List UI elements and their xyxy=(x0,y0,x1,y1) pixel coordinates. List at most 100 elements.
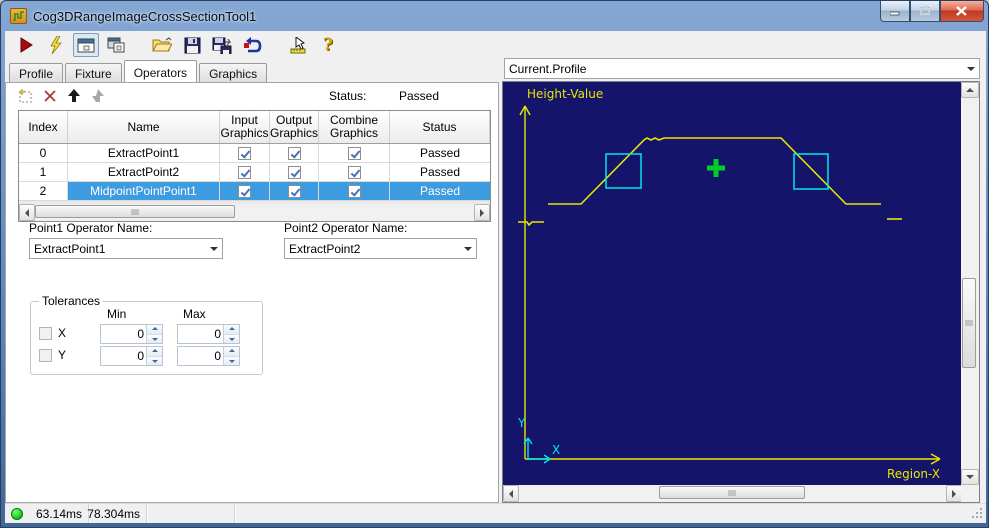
tab-operators[interactable]: Operators xyxy=(123,60,198,82)
row-index: 2 xyxy=(19,182,68,200)
spin-down-button[interactable] xyxy=(224,334,239,343)
column-header-index[interactable]: Index xyxy=(19,111,68,143)
execution-time: 63.14ms xyxy=(23,504,89,523)
scrollbar-thumb[interactable] xyxy=(35,205,235,218)
x-max-spinner[interactable]: 0 xyxy=(177,324,240,344)
main-toolbar: ? xyxy=(5,31,986,59)
run-button[interactable] xyxy=(13,33,39,57)
minimize-button[interactable] xyxy=(880,1,910,22)
spin-down-button[interactable] xyxy=(224,356,239,365)
combine-graphics-checkbox[interactable] xyxy=(347,184,361,198)
open-file-button[interactable] xyxy=(149,33,175,57)
close-button[interactable] xyxy=(940,1,984,22)
help-button[interactable]: ? xyxy=(315,33,341,57)
spin-up-button[interactable] xyxy=(147,325,162,335)
client-area: ? Profile Fixture Operators Graphics Sta… xyxy=(5,31,986,523)
tool-window: Cog3DRangeImageCrossSectionTool1 ? Profi… xyxy=(0,0,989,528)
tab-label: Graphics xyxy=(209,67,258,81)
x-max-value: 0 xyxy=(214,327,221,341)
point2-operator-value: ExtractPoint2 xyxy=(289,241,361,256)
table-row[interactable]: 0 ExtractPoint1 Passed xyxy=(19,144,490,163)
y-tolerance-label: Y xyxy=(58,348,67,362)
chevron-down-icon[interactable] xyxy=(205,239,222,258)
combine-graphics-checkbox[interactable] xyxy=(347,165,361,179)
status-value: Passed xyxy=(396,89,443,103)
scrollbar-thumb[interactable] xyxy=(659,486,805,499)
float-result-window-button[interactable] xyxy=(103,33,129,57)
chevron-down-icon[interactable] xyxy=(459,239,476,258)
app-icon xyxy=(10,8,27,24)
title-bar[interactable]: Cog3DRangeImageCrossSectionTool1 xyxy=(1,1,988,31)
scroll-right-button[interactable] xyxy=(946,485,962,502)
move-up-button[interactable] xyxy=(64,86,84,106)
tab-fixture[interactable]: Fixture xyxy=(65,63,122,82)
tab-profile[interactable]: Profile xyxy=(9,63,64,82)
show-result-window-button[interactable] xyxy=(73,33,99,57)
plot-horizontal-scrollbar[interactable] xyxy=(503,485,962,502)
spin-down-button[interactable] xyxy=(147,334,162,343)
y-min-value: 0 xyxy=(137,349,144,363)
column-header-name[interactable]: Name xyxy=(68,111,220,143)
spin-up-button[interactable] xyxy=(224,347,239,357)
output-graphics-checkbox[interactable] xyxy=(287,146,301,160)
spin-up-button[interactable] xyxy=(147,347,162,357)
maximize-button[interactable] xyxy=(910,1,940,22)
table-row[interactable]: 1 ExtractPoint2 Passed xyxy=(19,163,490,182)
table-row[interactable]: 2 MidpointPointPoint1 Passed xyxy=(19,182,490,201)
scroll-right-button[interactable] xyxy=(474,204,490,221)
column-header-status[interactable]: Status xyxy=(390,111,490,143)
scroll-left-button[interactable] xyxy=(19,204,35,221)
column-header-input-graphics[interactable]: Input Graphics xyxy=(220,111,270,143)
x-min-spinner[interactable]: 0 xyxy=(100,324,163,344)
scroll-up-button[interactable] xyxy=(961,82,979,98)
run-status-led xyxy=(11,507,23,520)
input-graphics-checkbox[interactable] xyxy=(238,146,251,160)
x-tolerance-label: X xyxy=(58,326,67,340)
save-button[interactable] xyxy=(179,33,205,57)
y-max-spinner[interactable]: 0 xyxy=(177,346,240,366)
point2-operator-combo[interactable]: ExtractPoint2 xyxy=(284,238,477,259)
move-down-button[interactable] xyxy=(88,86,108,106)
y-tolerance-checkbox[interactable] xyxy=(39,348,52,362)
reset-button[interactable] xyxy=(239,33,265,57)
measure-pointer-button[interactable] xyxy=(285,33,311,57)
output-graphics-checkbox[interactable] xyxy=(287,165,301,179)
x-tolerance-checkbox[interactable] xyxy=(39,326,52,340)
scroll-down-button[interactable] xyxy=(961,469,979,485)
save-as-button[interactable] xyxy=(209,33,235,57)
y-min-spinner[interactable]: 0 xyxy=(100,346,163,366)
scroll-left-button[interactable] xyxy=(503,485,519,502)
combine-graphics-checkbox[interactable] xyxy=(347,146,361,160)
window-title: Cog3DRangeImageCrossSectionTool1 xyxy=(33,8,257,24)
input-graphics-checkbox[interactable] xyxy=(238,165,251,179)
grid-horizontal-scrollbar[interactable] xyxy=(19,204,490,221)
scrollbar-corner xyxy=(961,485,979,502)
tolerances-title: Tolerances xyxy=(39,294,104,308)
total-time: 78.304ms xyxy=(87,504,147,523)
tab-label: Operators xyxy=(133,65,188,80)
column-header-output-graphics[interactable]: Output Graphics xyxy=(270,111,319,143)
spin-down-button[interactable] xyxy=(147,356,162,365)
svg-text:X: X xyxy=(552,443,560,457)
input-graphics-checkbox[interactable] xyxy=(238,184,251,198)
add-operator-button[interactable] xyxy=(16,86,36,106)
point1-operator-combo[interactable]: ExtractPoint1 xyxy=(29,238,223,259)
tab-graphics[interactable]: Graphics xyxy=(199,63,268,82)
tab-strip: Profile Fixture Operators Graphics xyxy=(9,60,269,82)
delete-operator-button[interactable] xyxy=(40,86,60,106)
plot-vertical-scrollbar[interactable] xyxy=(961,82,979,485)
operator-name: ExtractPoint2 xyxy=(68,163,220,181)
lightning-trigger-button[interactable] xyxy=(43,33,69,57)
scrollbar-thumb[interactable] xyxy=(962,278,976,368)
operator-name: MidpointPointPoint1 xyxy=(68,182,220,200)
spin-up-button[interactable] xyxy=(224,325,239,335)
operator-name: ExtractPoint1 xyxy=(68,144,220,162)
column-header-combine-graphics[interactable]: Combine Graphics xyxy=(319,111,390,143)
record-selector-combo[interactable]: Current.Profile xyxy=(504,58,980,79)
point2-operator-label: Point2 Operator Name: xyxy=(284,221,408,235)
y-max-value: 0 xyxy=(214,349,221,363)
chevron-down-icon[interactable] xyxy=(962,59,979,78)
output-graphics-checkbox[interactable] xyxy=(287,184,301,198)
resize-grip[interactable] xyxy=(970,506,984,523)
profile-plot[interactable]: Height-Value Region-X Y X xyxy=(503,82,962,485)
